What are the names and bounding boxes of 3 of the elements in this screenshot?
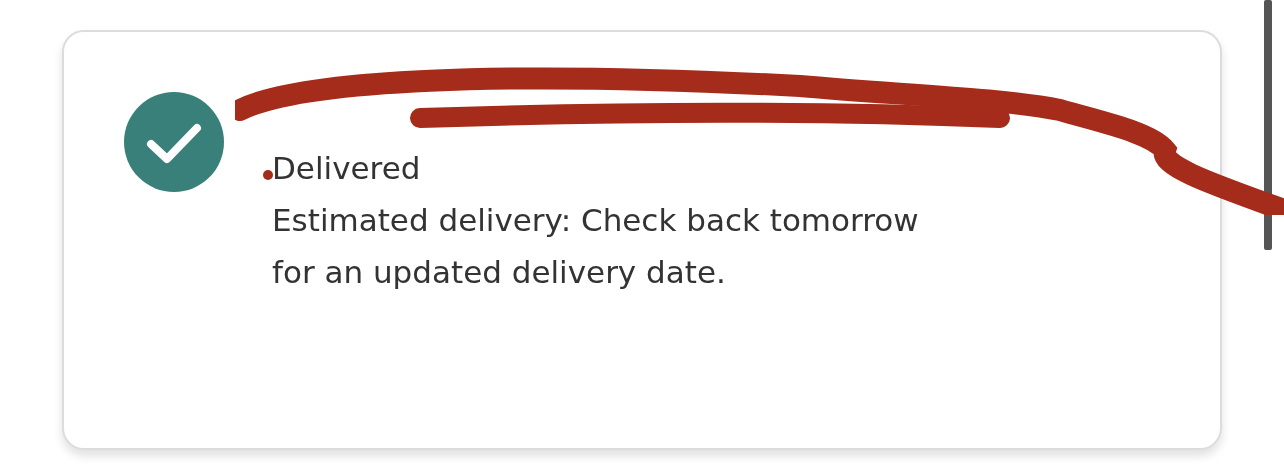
estimate-text: Estimated delivery: Check back tomorrow for an updated delivery date. bbox=[272, 201, 920, 292]
status-text: Delivered bbox=[272, 149, 422, 188]
redaction-dot bbox=[263, 170, 273, 180]
